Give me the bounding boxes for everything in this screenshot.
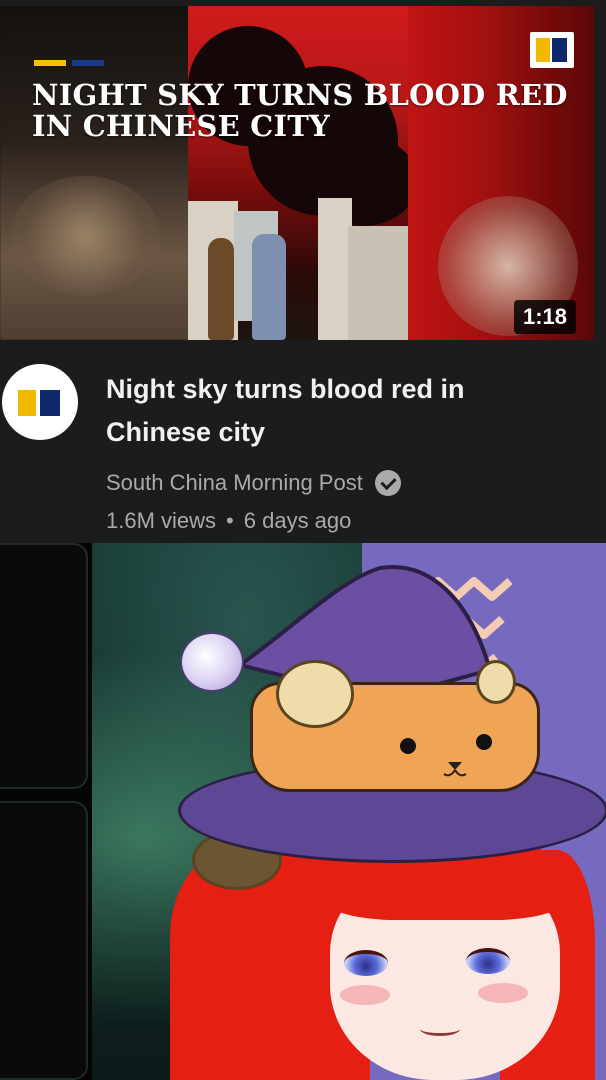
side-panel <box>0 543 88 789</box>
cat-eye-icon <box>476 734 492 750</box>
verified-check-icon <box>374 470 401 496</box>
horn-icon <box>276 660 354 728</box>
channel-name[interactable]: South China Morning Post <box>106 470 363 496</box>
left-eye-icon <box>344 950 388 976</box>
thumbnail-headline: NIGHT SKY TURNS BLOOD RED IN CHINESE CIT… <box>32 78 568 143</box>
duration-badge: 1:18 <box>514 300 577 334</box>
video-meta: 1.6M views • 6 days ago <box>106 508 351 534</box>
channel-row[interactable]: South China Morning Post <box>106 468 401 498</box>
left-frame <box>0 543 92 1080</box>
person-figure <box>208 238 234 340</box>
pompom-icon <box>180 632 244 692</box>
mouth <box>420 1022 460 1036</box>
side-panel <box>0 801 88 1080</box>
scmp-logo-icon <box>530 32 574 68</box>
meta-separator: • <box>226 508 234 533</box>
video-card[interactable]: NIGHT SKY TURNS BLOOD RED IN CHINESE CIT… <box>0 0 606 543</box>
brand-accent-bars <box>34 60 106 66</box>
video-thumbnail[interactable]: NIGHT SKY TURNS BLOOD RED IN CHINESE CIT… <box>0 6 594 340</box>
cat-eye-icon <box>400 738 416 754</box>
view-count: 1.6M views <box>106 508 217 533</box>
horn-icon <box>476 660 516 704</box>
cat-nose-icon <box>443 762 467 777</box>
upload-age: 6 days ago <box>243 508 352 533</box>
right-eye-icon <box>466 948 510 974</box>
video-title[interactable]: Night sky turns blood red in Chinese cit… <box>106 368 576 454</box>
channel-avatar[interactable] <box>2 364 78 440</box>
thumbnail-scene <box>188 6 418 340</box>
person-figure <box>252 234 286 340</box>
